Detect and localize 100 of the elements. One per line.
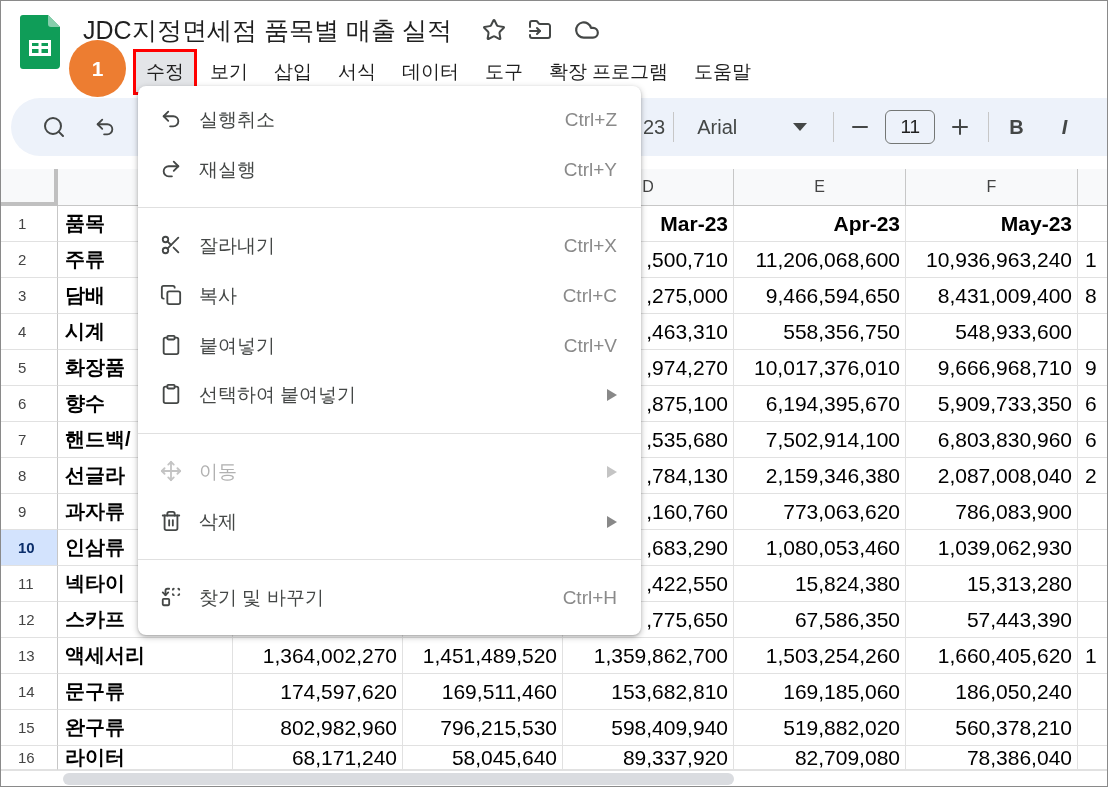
table-cell: 15,313,280 [906,566,1078,602]
row-header[interactable]: 9 [1,494,58,530]
folder-icon[interactable] [528,18,553,42]
table-cell: 67,586,350 [734,602,906,638]
row-header[interactable]: 13 [1,638,58,674]
table-cell: 89,337,920 [563,746,734,770]
table-cell: 1,503,254,260 [734,638,906,674]
row-header[interactable]: 10 [1,530,58,566]
table-cell: 7,502,914,100 [734,422,906,458]
clipboard-icon [160,383,182,406]
row-header[interactable]: 14 [1,674,58,710]
table-cell: 519,882,020 [734,710,906,746]
table-cell: 10,017,376,010 [734,350,906,386]
table-cell: 548,933,600 [906,314,1078,350]
table-cell: 1,080,053,460 [734,530,906,566]
table-cell: 560,378,210 [906,710,1078,746]
table-cell: Apr-23 [734,206,906,242]
table-cell: 1,359,862,700 [563,638,734,674]
table-cell: 1 [1078,638,1107,674]
shortcut-label: Ctrl+C [562,284,617,307]
caret-icon[interactable] [793,123,808,131]
table-cell: 6,194,395,670 [734,386,906,422]
column-header[interactable]: E [734,169,906,206]
submenu-arrow-icon [607,515,617,528]
table-cell: 6,803,830,960 [906,422,1078,458]
scrollbar-thumb[interactable] [63,772,734,785]
trash-icon [160,509,182,532]
table-cell: 1 [1078,242,1107,278]
table-cell: 796,215,530 [403,710,563,746]
menu-option[interactable]: 실행취소 Ctrl+Z [138,95,641,145]
table-cell: 5,909,733,350 [906,386,1078,422]
table-cell: 8 [1078,278,1107,314]
table-cell: 15,824,380 [734,566,906,602]
menu-item[interactable]: 도움말 [684,52,762,92]
row-header[interactable]: 6 [1,386,58,422]
clipboard-icon [160,333,182,356]
number-format-button[interactable]: 23 [643,115,666,139]
table-cell: 174,597,620 [233,674,403,710]
step-badge: 1 [69,40,126,97]
table-cell: 6 [1078,422,1107,458]
table-cell: 68,171,240 [233,746,403,770]
table-cell: 9,666,968,710 [906,350,1078,386]
table-cell: 액세서리 [58,638,233,674]
font-dropdown[interactable]: Arial [697,115,738,139]
row-header[interactable]: 5 [1,350,58,386]
table-cell: 169,185,060 [734,674,906,710]
submenu-arrow-icon [607,389,617,402]
table-cell: 773,063,620 [734,494,906,530]
table-cell: 라이터 [58,746,233,770]
table-cell: 186,050,240 [906,674,1078,710]
row-header[interactable]: 4 [1,314,58,350]
undo-icon[interactable] [94,116,116,138]
table-cell: 1,364,002,270 [233,638,403,674]
move-arrows-icon [160,459,182,482]
star-icon[interactable] [482,18,507,42]
table-cell: 완구류 [58,710,233,746]
table-cell: 2,159,346,380 [734,458,906,494]
table-cell: 169,511,460 [403,674,563,710]
row-header[interactable]: 11 [1,566,58,602]
table-cell: 11,206,068,600 [734,242,906,278]
row-header[interactable]: 7 [1,422,58,458]
table-cell: 558,356,750 [734,314,906,350]
row-header[interactable]: 12 [1,602,58,638]
table-cell: 58,045,640 [403,746,563,770]
row-header[interactable]: 2 [1,242,58,278]
table-cell: 1,660,405,620 [906,638,1078,674]
table-cell: 6 [1078,386,1107,422]
table-cell: 2 [1078,458,1107,494]
table-cell: 9,466,594,650 [734,278,906,314]
table-cell: 82,709,080 [734,746,906,770]
table-cell: 786,083,900 [906,494,1078,530]
font-size-field[interactable]: 11 [885,110,936,144]
table-cell: 1,451,489,520 [403,638,563,674]
table-cell: 1,039,062,930 [906,530,1078,566]
table-cell: 57,443,390 [906,602,1078,638]
table-cell: 78,386,040 [906,746,1078,770]
sheets-logo [20,15,60,69]
table-cell: 9 [1078,350,1107,386]
italic-button[interactable]: I [1061,115,1068,139]
table-cell: May-23 [906,206,1078,242]
shortcut-label: Ctrl+Z [564,108,617,131]
submenu-arrow-icon [607,465,617,478]
search-icon[interactable] [42,115,66,139]
table-cell: 802,982,960 [233,710,403,746]
row-header[interactable]: 8 [1,458,58,494]
row-header[interactable]: 15 [1,710,58,746]
replace-icon [160,586,182,609]
table-cell: 153,682,810 [563,674,734,710]
bold-button[interactable]: B [1009,115,1024,139]
row-header[interactable]: 16 [1,746,58,770]
copy-icon [160,283,182,306]
table-cell: 문구류 [58,674,233,710]
column-header[interactable]: F [906,169,1078,206]
row-header[interactable]: 3 [1,278,58,314]
table-cell: 8,431,009,400 [906,278,1078,314]
table-cell: 2,087,008,040 [906,458,1078,494]
table-cell: 598,409,940 [563,710,734,746]
scissors-icon [160,234,182,257]
table-cell: 10,936,963,240 [906,242,1078,278]
row-header[interactable]: 1 [1,206,58,242]
